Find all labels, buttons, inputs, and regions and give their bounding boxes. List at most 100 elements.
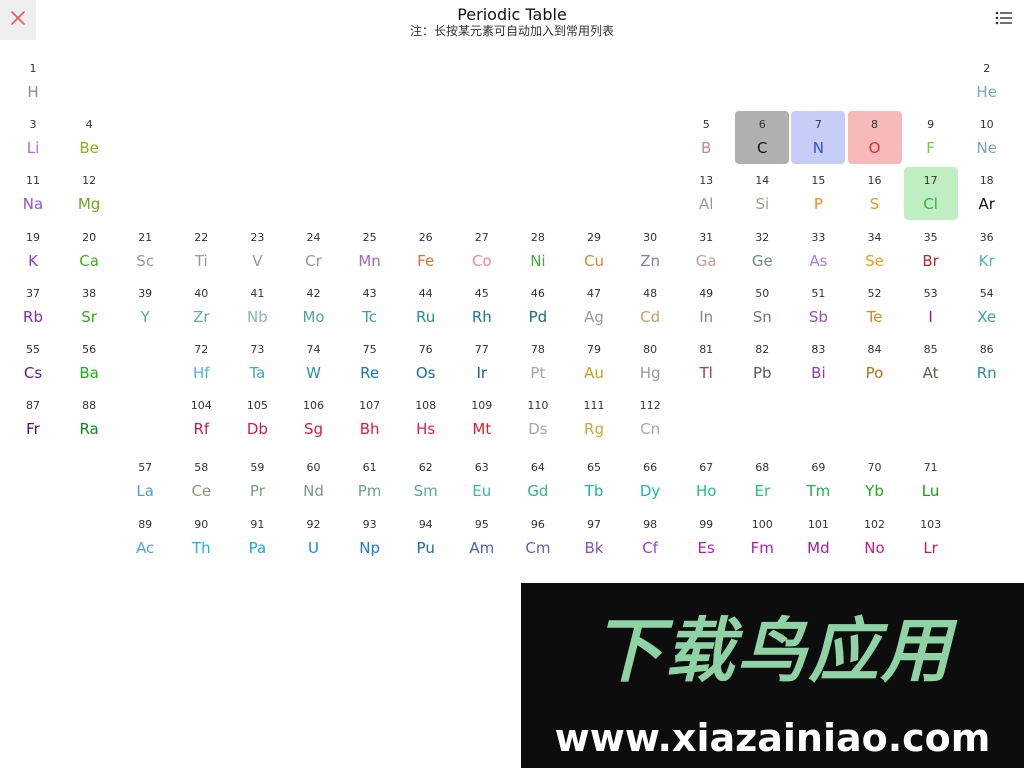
element-cell-Es[interactable]: 99 Es bbox=[679, 511, 733, 564]
element-cell-Np[interactable]: 93 Np bbox=[343, 511, 397, 564]
element-cell-Rf[interactable]: 104 Rf bbox=[174, 392, 228, 445]
element-cell-Ar[interactable]: 18 Ar bbox=[960, 167, 1014, 220]
element-cell-Lr[interactable]: 103 Lr bbox=[904, 511, 958, 564]
element-cell-Pu[interactable]: 94 Pu bbox=[399, 511, 453, 564]
element-cell-Cl[interactable]: 17 Cl bbox=[903, 167, 958, 221]
element-cell-Te[interactable]: 52 Te bbox=[848, 280, 902, 333]
element-cell-Hg[interactable]: 80 Hg bbox=[623, 336, 677, 389]
element-cell-Y[interactable]: 39 Y bbox=[118, 280, 172, 333]
element-cell-Ce[interactable]: 58 Ce bbox=[174, 454, 228, 507]
element-cell-Sr[interactable]: 38 Sr bbox=[62, 280, 116, 333]
element-cell-Sc[interactable]: 21 Sc bbox=[118, 224, 172, 277]
element-cell-He[interactable]: 2 He bbox=[960, 55, 1014, 108]
element-cell-Gd[interactable]: 64 Gd bbox=[511, 454, 565, 507]
element-cell-In[interactable]: 49 In bbox=[679, 280, 733, 333]
element-cell-N[interactable]: 7N bbox=[791, 111, 846, 165]
element-cell-Ga[interactable]: 31 Ga bbox=[679, 224, 733, 277]
element-cell-At[interactable]: 85 At bbox=[904, 336, 958, 389]
element-cell-Be[interactable]: 4 Be bbox=[62, 111, 116, 164]
element-cell-Li[interactable]: 3 Li bbox=[6, 111, 60, 164]
element-cell-Pa[interactable]: 91 Pa bbox=[230, 511, 284, 564]
element-cell-As[interactable]: 33 As bbox=[791, 224, 845, 277]
element-cell-I[interactable]: 53 I bbox=[904, 280, 958, 333]
element-cell-Nb[interactable]: 41 Nb bbox=[230, 280, 284, 333]
element-cell-Ge[interactable]: 32 Ge bbox=[735, 224, 789, 277]
element-cell-La[interactable]: 57 La bbox=[118, 454, 172, 507]
element-cell-Pr[interactable]: 59 Pr bbox=[230, 454, 284, 507]
element-cell-Ir[interactable]: 77 Ir bbox=[455, 336, 509, 389]
element-cell-Sg[interactable]: 106 Sg bbox=[287, 392, 341, 445]
element-cell-Db[interactable]: 105 Db bbox=[230, 392, 284, 445]
element-cell-Am[interactable]: 95 Am bbox=[455, 511, 509, 564]
element-cell-P[interactable]: 15 P bbox=[791, 167, 845, 220]
element-cell-Mt[interactable]: 109 Mt bbox=[455, 392, 509, 445]
element-cell-Al[interactable]: 13 Al bbox=[679, 167, 733, 220]
list-menu-button[interactable] bbox=[994, 10, 1014, 30]
element-cell-Ni[interactable]: 28 Ni bbox=[511, 224, 565, 277]
element-cell-No[interactable]: 102 No bbox=[848, 511, 902, 564]
element-cell-S[interactable]: 16 S bbox=[848, 167, 902, 220]
element-cell-Ti[interactable]: 22 Ti bbox=[174, 224, 228, 277]
element-cell-Ru[interactable]: 44 Ru bbox=[399, 280, 453, 333]
element-cell-Zn[interactable]: 30 Zn bbox=[623, 224, 677, 277]
element-cell-Bk[interactable]: 97 Bk bbox=[567, 511, 621, 564]
element-cell-O[interactable]: 8O bbox=[847, 111, 902, 165]
element-cell-Md[interactable]: 101 Md bbox=[791, 511, 845, 564]
element-cell-Ta[interactable]: 73 Ta bbox=[230, 336, 284, 389]
element-cell-Po[interactable]: 84 Po bbox=[848, 336, 902, 389]
element-cell-Bi[interactable]: 83 Bi bbox=[791, 336, 845, 389]
element-cell-Cd[interactable]: 48 Cd bbox=[623, 280, 677, 333]
element-cell-Rh[interactable]: 45 Rh bbox=[455, 280, 509, 333]
element-cell-Re[interactable]: 75 Re bbox=[343, 336, 397, 389]
element-cell-Pm[interactable]: 61 Pm bbox=[343, 454, 397, 507]
element-cell-Ca[interactable]: 20 Ca bbox=[62, 224, 116, 277]
element-cell-C[interactable]: 6C bbox=[735, 111, 790, 165]
element-cell-Dy[interactable]: 66 Dy bbox=[623, 454, 677, 507]
element-cell-Mn[interactable]: 25 Mn bbox=[343, 224, 397, 277]
element-cell-Sn[interactable]: 50 Sn bbox=[735, 280, 789, 333]
element-cell-Rn[interactable]: 86 Rn bbox=[960, 336, 1014, 389]
element-cell-Ds[interactable]: 110 Ds bbox=[511, 392, 565, 445]
element-cell-Cu[interactable]: 29 Cu bbox=[567, 224, 621, 277]
element-cell-Mo[interactable]: 42 Mo bbox=[287, 280, 341, 333]
element-cell-Rg[interactable]: 111 Rg bbox=[567, 392, 621, 445]
element-cell-Pd[interactable]: 46 Pd bbox=[511, 280, 565, 333]
element-cell-Au[interactable]: 79 Au bbox=[567, 336, 621, 389]
element-cell-Se[interactable]: 34 Se bbox=[848, 224, 902, 277]
element-cell-Yb[interactable]: 70 Yb bbox=[848, 454, 902, 507]
element-cell-Kr[interactable]: 36 Kr bbox=[960, 224, 1014, 277]
element-cell-Ho[interactable]: 67 Ho bbox=[679, 454, 733, 507]
element-cell-Ne[interactable]: 10 Ne bbox=[960, 111, 1014, 164]
element-cell-Sm[interactable]: 62 Sm bbox=[399, 454, 453, 507]
element-cell-Hf[interactable]: 72 Hf bbox=[174, 336, 228, 389]
element-cell-V[interactable]: 23 V bbox=[230, 224, 284, 277]
element-cell-Cr[interactable]: 24 Cr bbox=[287, 224, 341, 277]
element-cell-B[interactable]: 5B bbox=[679, 111, 733, 164]
element-cell-Hs[interactable]: 108 Hs bbox=[399, 392, 453, 445]
element-cell-Ba[interactable]: 56 Ba bbox=[62, 336, 116, 389]
element-cell-Os[interactable]: 76 Os bbox=[399, 336, 453, 389]
element-cell-Fm[interactable]: 100 Fm bbox=[735, 511, 789, 564]
element-cell-Ac[interactable]: 89 Ac bbox=[118, 511, 172, 564]
element-cell-Cf[interactable]: 98 Cf bbox=[623, 511, 677, 564]
element-cell-Bh[interactable]: 107 Bh bbox=[343, 392, 397, 445]
element-cell-Zr[interactable]: 40 Zr bbox=[174, 280, 228, 333]
element-cell-Er[interactable]: 68 Er bbox=[735, 454, 789, 507]
element-cell-Na[interactable]: 11 Na bbox=[6, 167, 60, 220]
element-cell-H[interactable]: 1H bbox=[6, 55, 60, 108]
element-cell-Fr[interactable]: 87 Fr bbox=[6, 392, 60, 445]
element-cell-Sb[interactable]: 51 Sb bbox=[791, 280, 845, 333]
element-cell-Xe[interactable]: 54 Xe bbox=[960, 280, 1014, 333]
element-cell-U[interactable]: 92 U bbox=[287, 511, 341, 564]
element-cell-Pt[interactable]: 78 Pt bbox=[511, 336, 565, 389]
element-cell-K[interactable]: 19 K bbox=[6, 224, 60, 277]
element-cell-Pb[interactable]: 82 Pb bbox=[735, 336, 789, 389]
element-cell-Eu[interactable]: 63 Eu bbox=[455, 454, 509, 507]
element-cell-Tc[interactable]: 43 Tc bbox=[343, 280, 397, 333]
element-cell-Co[interactable]: 27 Co bbox=[455, 224, 509, 277]
element-cell-Tb[interactable]: 65 Tb bbox=[567, 454, 621, 507]
element-cell-Mg[interactable]: 12 Mg bbox=[62, 167, 116, 220]
element-cell-Fe[interactable]: 26 Fe bbox=[399, 224, 453, 277]
element-cell-Cm[interactable]: 96 Cm bbox=[511, 511, 565, 564]
element-cell-Th[interactable]: 90 Th bbox=[174, 511, 228, 564]
